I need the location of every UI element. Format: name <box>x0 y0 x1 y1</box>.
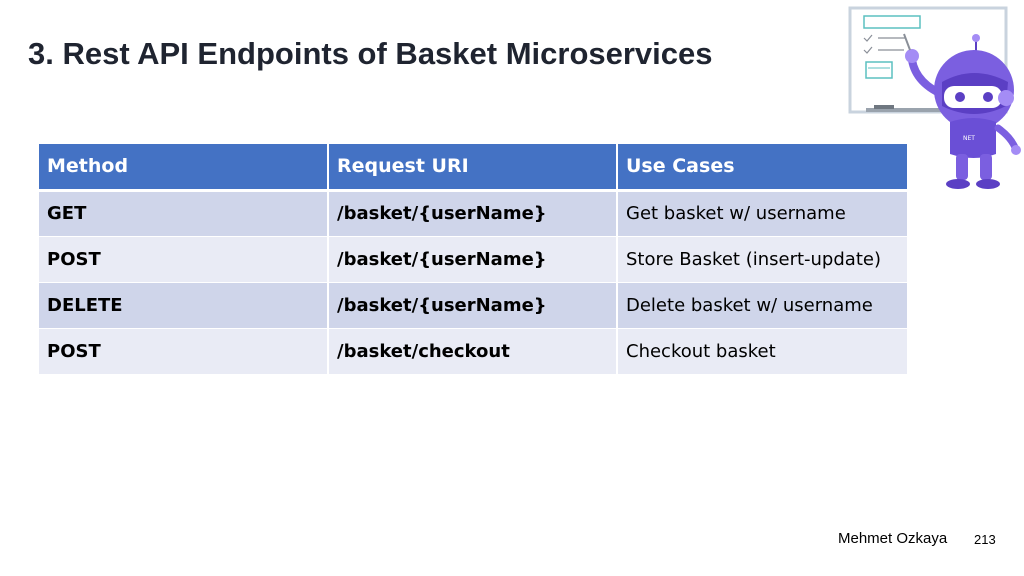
table-header-row: Method Request URI Use Cases <box>39 144 907 192</box>
slide-title: 3. Rest API Endpoints of Basket Microser… <box>28 36 713 71</box>
uri-cell: /basket/{userName} <box>328 190 618 237</box>
use-case-cell: Get basket w/ username <box>617 190 907 237</box>
uri-cell: /basket/checkout <box>328 328 618 375</box>
page-number: 213 <box>974 532 996 547</box>
table-row: POST /basket/{userName} Store Basket (in… <box>39 236 907 283</box>
footer-author: Mehmet Ozkaya <box>838 530 948 547</box>
header-use-cases: Use Cases <box>617 144 907 192</box>
net-badge: NET <box>963 135 975 142</box>
table-row: DELETE /basket/{userName} Delete basket … <box>39 282 907 329</box>
uri-cell: /basket/{userName} <box>328 282 618 329</box>
use-case-cell: Delete basket w/ username <box>617 282 907 329</box>
table-row: POST /basket/checkout Checkout basket <box>39 328 907 375</box>
method-cell: GET <box>39 190 329 237</box>
api-endpoints-table: Method Request URI Use Cases GET /basket… <box>39 144 907 375</box>
table-row: GET /basket/{userName} Get basket w/ use… <box>39 190 907 237</box>
header-request-uri: Request URI <box>328 144 618 192</box>
method-cell: POST <box>39 236 329 283</box>
uri-cell: /basket/{userName} <box>328 236 618 283</box>
use-case-cell: Store Basket (insert-update) <box>617 236 907 283</box>
header-method: Method <box>39 144 329 192</box>
use-case-cell: Checkout basket <box>617 328 907 375</box>
method-cell: DELETE <box>39 282 329 329</box>
method-cell: POST <box>39 328 329 375</box>
